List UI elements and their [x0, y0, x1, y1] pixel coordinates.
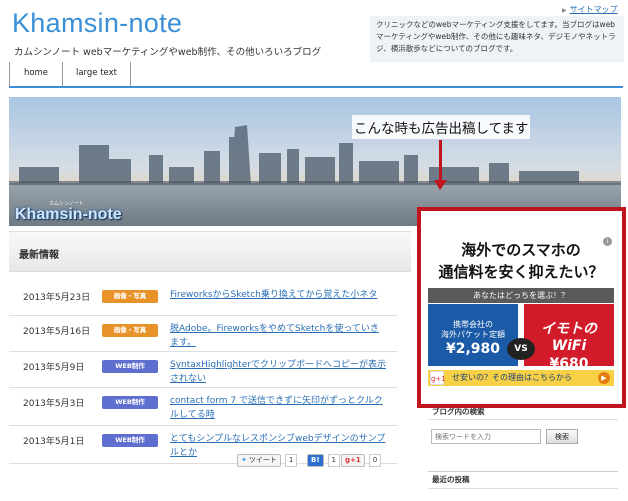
sitemap-label[interactable]: サイトマップ — [570, 5, 618, 14]
ad-left-line2: 海外パケット定額 — [441, 330, 505, 339]
ad-wifi-panel: イモトのWiFi ¥680 — [524, 304, 614, 372]
gplus-button[interactable]: g+1 — [341, 453, 365, 467]
site-title[interactable]: Khamsin-note — [12, 8, 182, 39]
recent-posts-heading: 最近の投稿 — [428, 471, 618, 489]
annotation-text: こんな時も広告出稿してます — [352, 115, 531, 139]
news-date: 2013年5月23日 — [23, 293, 91, 303]
advertisement[interactable]: i 海外でのスマホの 通信料を安く抑えたい？ あなたはどっちを選ぶ！？ 携帯会社… — [428, 235, 614, 390]
news-row: 2013年5月9日 WEB制作 SyntaxHighlighterでクリップボー… — [9, 352, 397, 388]
ad-cta-text[interactable]: せ安いの？その理由はこちらから — [452, 373, 572, 382]
category-badge[interactable]: WEB制作 — [102, 360, 158, 373]
ad-carrier-panel: 携帯会社の 海外パケット定額 ¥2,980 — [428, 304, 518, 366]
news-row: 2013年5月16日 画像・写真 脱Adobe。Fireworksをやめて​Sk… — [9, 316, 397, 352]
news-row: 2013年5月3日 WEB制作 contact form 7 で送信できずに矢印… — [9, 388, 397, 426]
sitemap-link[interactable]: ▶ サイトマップ — [562, 4, 618, 15]
ad-vs-badge: VS — [507, 338, 535, 360]
category-badge[interactable]: 画像・写真 — [102, 324, 158, 337]
triangle-icon: ▶ — [562, 7, 567, 14]
gplus-icon[interactable]: g+1 — [430, 371, 446, 385]
arrow-right-icon[interactable]: ▶ — [598, 372, 610, 384]
news-title-link[interactable]: 脱Adobe。Fireworksをやめて​Sketchを使っていきます。 — [170, 322, 386, 350]
annotation-arrow — [439, 140, 442, 182]
arrow-down-icon — [434, 180, 447, 190]
search-heading: ブログ内の検索 — [428, 406, 618, 420]
tweet-count: 1 — [284, 453, 298, 467]
ad-right-brand: イモトのWiFi — [541, 321, 597, 354]
gplus-count: 0 — [368, 453, 382, 467]
search-input[interactable] — [431, 429, 541, 444]
ad-question: あなたはどっちを選ぶ！？ — [428, 288, 614, 303]
news-date: 2013年5月3日 — [23, 399, 85, 409]
nav-item-home[interactable]: home — [9, 62, 62, 86]
news-date: 2013年5月9日 — [23, 363, 85, 373]
latest-news: 最新情報 2013年5月23日 画像・写真 FireworksからSketch乗… — [9, 231, 411, 466]
tweet-label: ツイート — [248, 455, 277, 464]
category-badge[interactable]: 画像・写真 — [102, 290, 158, 303]
nav-item-large-text[interactable]: large text — [62, 62, 131, 86]
ad-left-price: ¥2,980 — [445, 341, 501, 357]
bird-icon: ✦ — [241, 455, 247, 464]
ad-cta[interactable]: g+1 せ安いの？その理由はこちらから ▶ — [428, 370, 614, 386]
search-button[interactable]: 検索 — [546, 429, 578, 444]
ad-left-line1: 携帯会社の — [453, 320, 493, 329]
tweet-button[interactable]: ✦ ツイート — [237, 453, 281, 467]
category-badge[interactable]: WEB制作 — [102, 396, 158, 409]
hatena-bookmark-button[interactable]: B! — [307, 453, 324, 467]
ad-headline-line2: 通信料を安く抑えたい？ — [438, 263, 604, 281]
site-description: カムシンノート webマーケティングやweb制作、その他いろいろブログ — [14, 47, 322, 58]
ad-headline-line1: 海外でのスマホの — [461, 241, 581, 259]
news-date: 2013年5月16日 — [23, 327, 91, 337]
ad-headline: 海外でのスマホの 通信料を安く抑えたい？ — [428, 239, 614, 283]
header-notice: クリニックなどのwebマーケティング支援をしてます。当ブログはwebマーケティン… — [370, 16, 624, 62]
news-row: 2013年5月23日 画像・写真 FireworksからSketch乗り換えてか… — [9, 282, 397, 316]
news-title-link[interactable]: contact form 7 で送信できずに矢印がずっとクルクルしてる時 — [170, 394, 386, 422]
news-title-link[interactable]: FireworksからSketch乗り換えてから覚えた小ネタ — [170, 288, 386, 302]
news-heading: 最新情報 — [9, 232, 411, 272]
main-nav: home large text — [9, 62, 623, 88]
news-date: 2013年5月1日 — [23, 437, 85, 447]
hatena-share: B! 1 — [307, 453, 340, 467]
news-title-link[interactable]: SyntaxHighlighterでクリップボードへコピーが表示されない — [170, 358, 386, 386]
hatena-count: 1 — [327, 453, 340, 467]
category-badge[interactable]: WEB制作 — [102, 434, 158, 447]
hero-logo: Khamsin-note — [15, 206, 122, 223]
gplus-share: g+1 0 — [341, 453, 382, 467]
tweet-share: ✦ ツイート 1 — [237, 453, 298, 467]
